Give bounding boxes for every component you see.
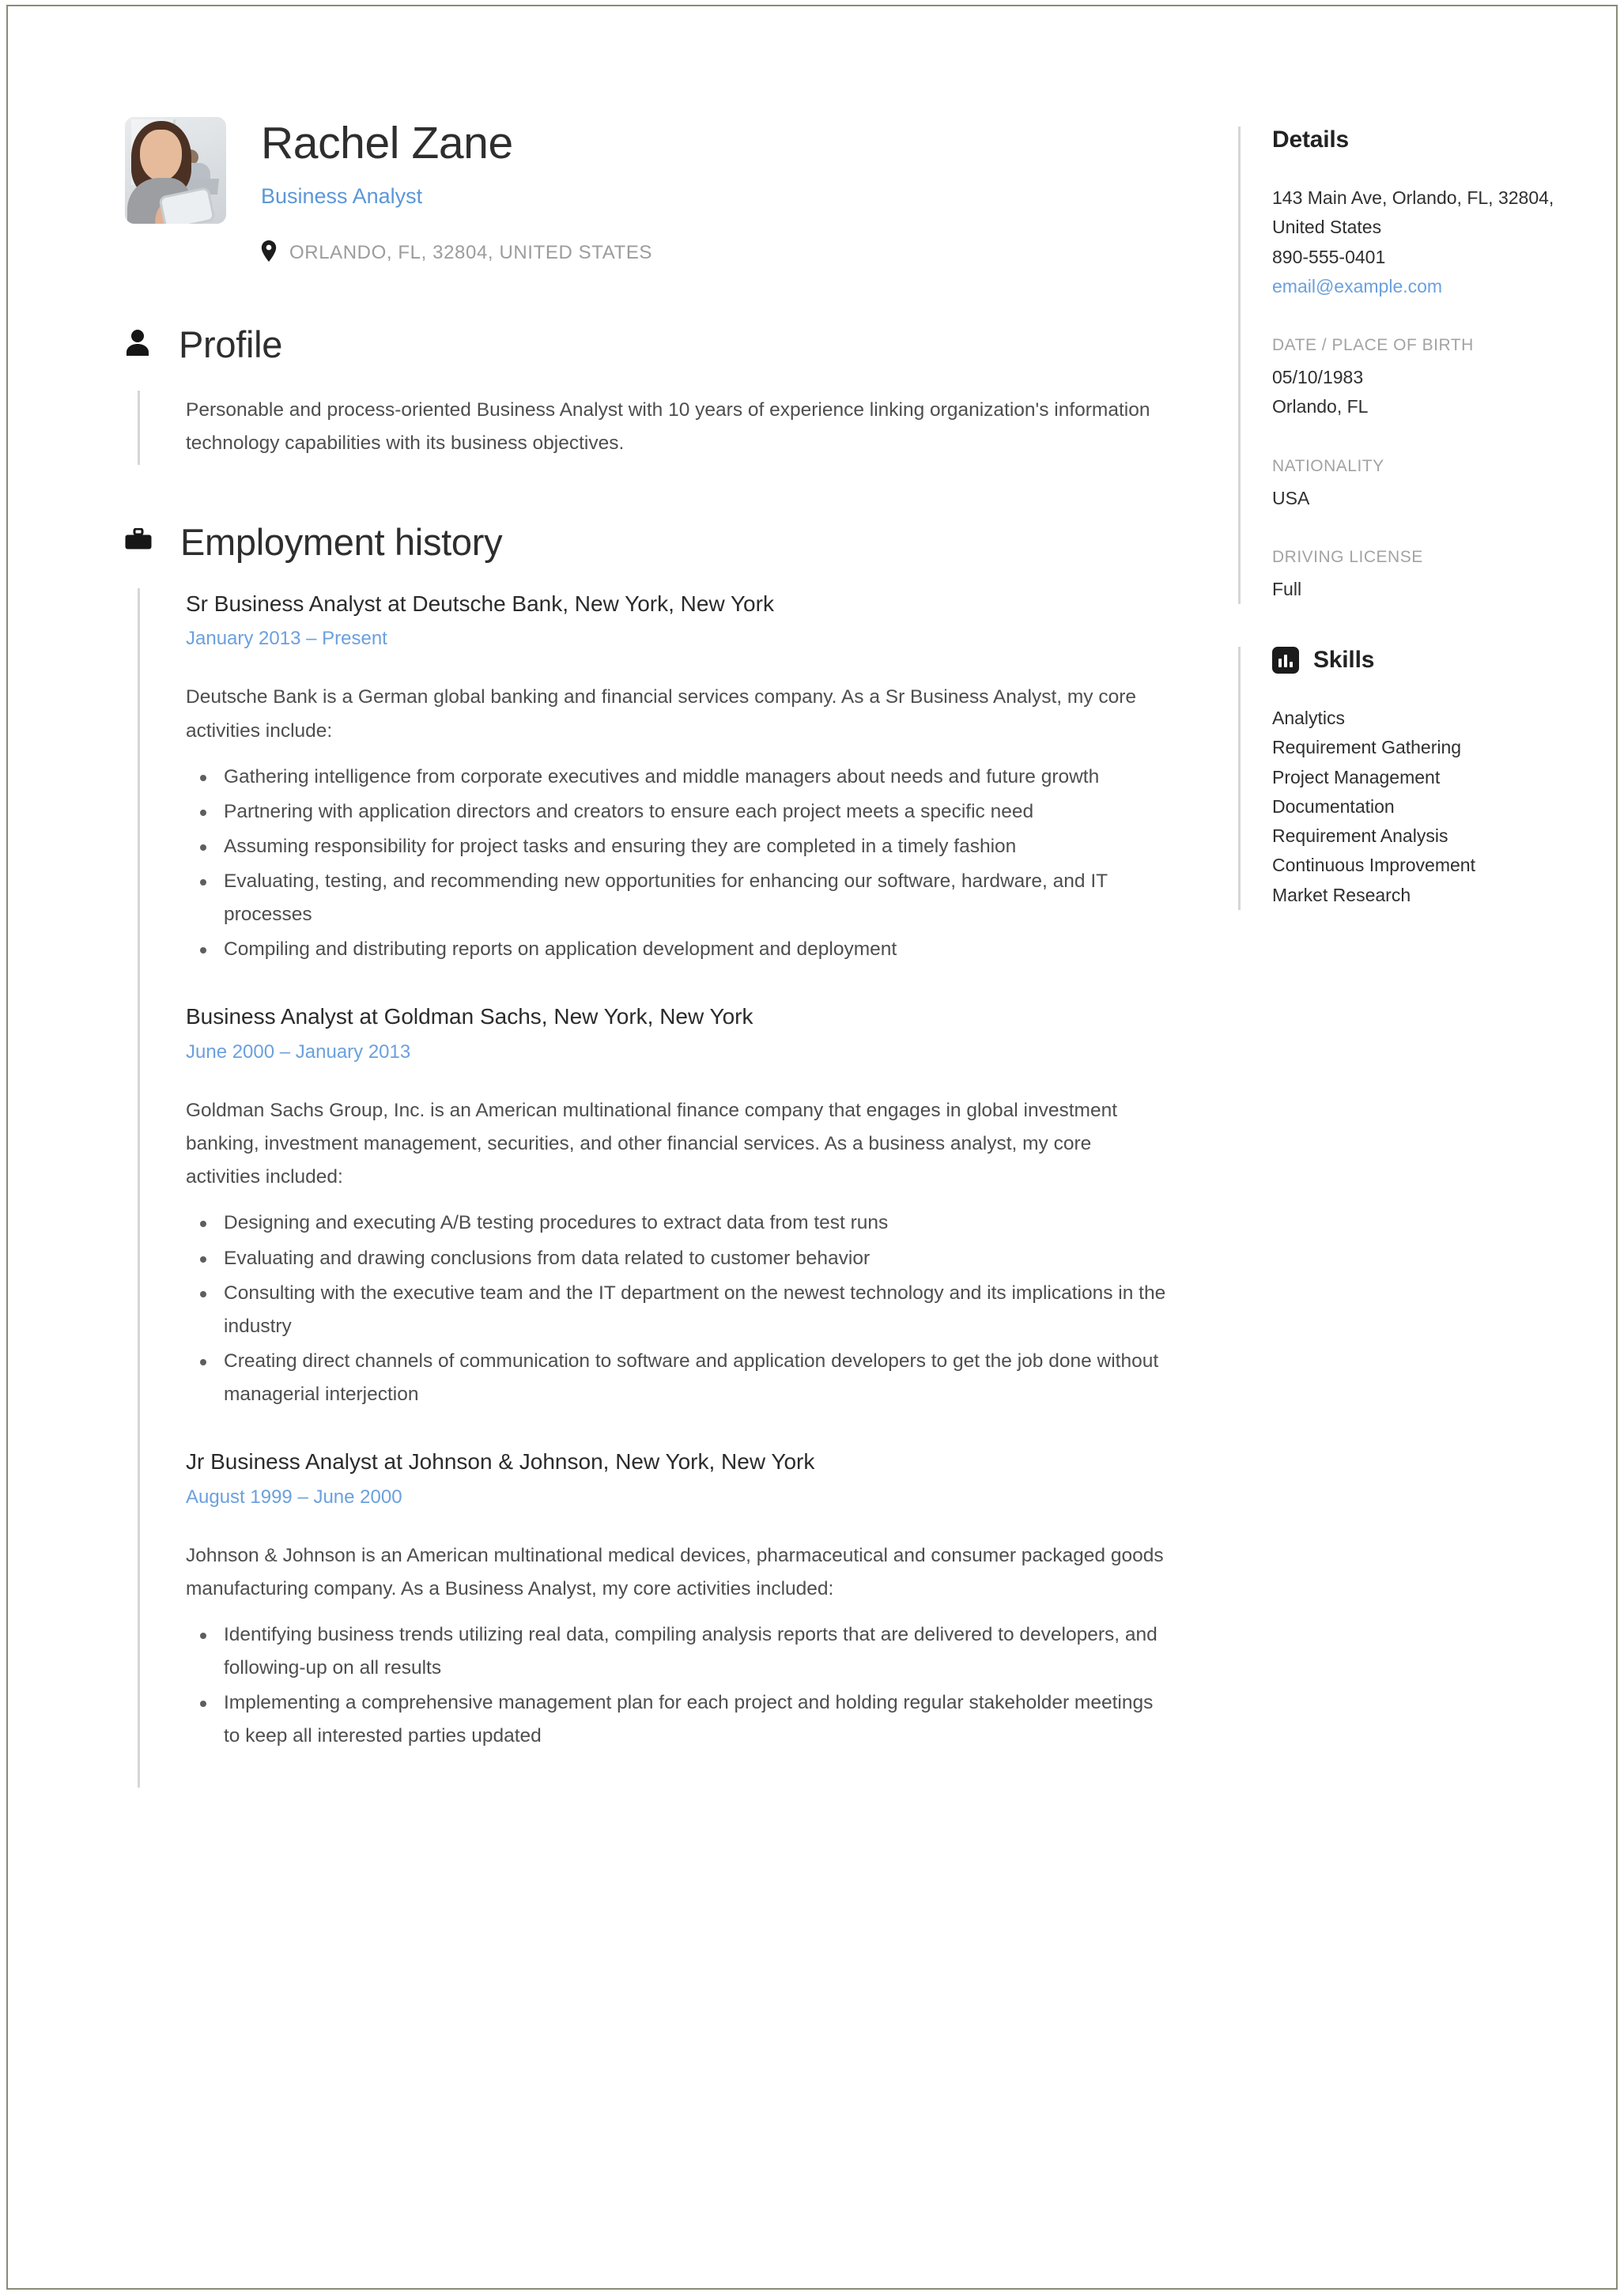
list-item: Creating direct channels of communicatio… bbox=[200, 1345, 1169, 1411]
resume-page: Rachel Zane Business Analyst ORLANDO, FL… bbox=[6, 5, 1618, 2290]
list-item: Consulting with the executive team and t… bbox=[200, 1277, 1169, 1343]
job-dates: August 1999 – June 2000 bbox=[186, 1486, 402, 1508]
skill-item: Project Management bbox=[1272, 766, 1441, 787]
dob-date: 05/10/1983 bbox=[1272, 367, 1364, 387]
job-dates: June 2000 – January 2013 bbox=[186, 1040, 411, 1063]
job-dates: January 2013 – Present bbox=[186, 628, 387, 650]
email-link[interactable]: email@example.com bbox=[1272, 272, 1578, 301]
profile-text: Personable and process-oriented Business… bbox=[186, 398, 1150, 455]
skill-item: Continuous Improvement bbox=[1272, 855, 1475, 876]
location-text: ORLANDO, FL, 32804, UNITED STATES bbox=[289, 242, 653, 264]
page-title: Rachel Zane bbox=[261, 118, 513, 168]
main-column: Rachel Zane Business Analyst ORLANDO, FL… bbox=[125, 117, 1169, 1788]
job-heading: Jr Business Analyst at Johnson & Johnson… bbox=[186, 1449, 815, 1475]
employment-entry: Business Analyst at Goldman Sachs, New Y… bbox=[125, 1001, 1169, 1447]
nationality-label: NATIONALITY bbox=[1272, 456, 1384, 475]
skills-title: Skills bbox=[1313, 647, 1375, 673]
employment-title: Employment history bbox=[180, 521, 503, 564]
details-title: Details bbox=[1272, 127, 1349, 153]
details-panel: Details 143 Main Ave, Orlando, FL, 32804… bbox=[1238, 127, 1578, 604]
profile-title: Profile bbox=[179, 323, 283, 366]
dob-place: Orlando, FL bbox=[1272, 396, 1369, 417]
sidebar: Details 143 Main Ave, Orlando, FL, 32804… bbox=[1238, 117, 1578, 910]
job-bullets: Identifying business trends utilizing re… bbox=[186, 1618, 1169, 1754]
list-item: Implementing a comprehensive management … bbox=[200, 1686, 1169, 1753]
skill-item: Requirement Gathering bbox=[1272, 737, 1462, 758]
list-item: Evaluating and drawing conclusions from … bbox=[200, 1242, 1169, 1275]
skills-header: Skills bbox=[1272, 647, 1578, 674]
address-text: 143 Main Ave, Orlando, FL, 32804, United… bbox=[1272, 187, 1554, 238]
list-item: Partnering with application directors an… bbox=[200, 795, 1169, 829]
name-block: Rachel Zane Business Analyst ORLANDO, FL… bbox=[261, 117, 652, 266]
job-title: Business Analyst bbox=[261, 183, 423, 208]
job-description: Goldman Sachs Group, Inc. is an American… bbox=[186, 1100, 1118, 1188]
briefcase-icon bbox=[125, 527, 152, 557]
phone-text: 890-555-0401 bbox=[1272, 246, 1386, 267]
avatar bbox=[125, 117, 226, 224]
nationality-value: USA bbox=[1272, 487, 1310, 508]
list-item: Compiling and distributing reports on ap… bbox=[200, 933, 1169, 966]
person-icon bbox=[125, 329, 150, 361]
skill-item: Market Research bbox=[1272, 884, 1411, 905]
job-description: Johnson & Johnson is an American multina… bbox=[186, 1544, 1164, 1599]
job-description: Deutsche Bank is a German global banking… bbox=[186, 686, 1137, 742]
details-header: Details bbox=[1272, 127, 1578, 153]
job-heading: Sr Business Analyst at Deutsche Bank, Ne… bbox=[186, 591, 774, 616]
skill-item: Analytics bbox=[1272, 708, 1346, 728]
location-row: ORLANDO, FL, 32804, UNITED STATES bbox=[261, 240, 652, 266]
profile-section: Profile Personable and process-oriented … bbox=[125, 324, 1169, 466]
employment-entry: Jr Business Analyst at Johnson & Johnson… bbox=[125, 1446, 1169, 1788]
list-item: Designing and executing A/B testing proc… bbox=[200, 1207, 1169, 1240]
driving-license-label: DRIVING LICENSE bbox=[1272, 547, 1423, 566]
job-bullets: Designing and executing A/B testing proc… bbox=[186, 1207, 1169, 1411]
driving-license-value: Full bbox=[1272, 578, 1302, 599]
skill-item: Documentation bbox=[1272, 795, 1395, 817]
list-item: Gathering intelligence from corporate ex… bbox=[200, 761, 1169, 794]
skill-item: Requirement Analysis bbox=[1272, 825, 1448, 846]
job-heading: Business Analyst at Goldman Sachs, New Y… bbox=[186, 1004, 753, 1029]
resume-sheet: Rachel Zane Business Analyst ORLANDO, FL… bbox=[8, 6, 1616, 2288]
list-item: Identifying business trends utilizing re… bbox=[200, 1618, 1169, 1685]
list-item: Evaluating, testing, and recommending ne… bbox=[200, 865, 1169, 931]
list-item: Assuming responsibility for project task… bbox=[200, 830, 1169, 863]
skills-panel: Skills Analytics Requirement Gathering P… bbox=[1238, 647, 1578, 910]
resume-header: Rachel Zane Business Analyst ORLANDO, FL… bbox=[125, 117, 1169, 266]
bar-chart-icon bbox=[1272, 647, 1299, 674]
employment-section: Employment history Sr Business Analyst a… bbox=[125, 522, 1169, 1788]
employment-section-header: Employment history bbox=[125, 522, 1169, 563]
employment-entry: Sr Business Analyst at Deutsche Bank, Ne… bbox=[125, 587, 1169, 1002]
job-bullets: Gathering intelligence from corporate ex… bbox=[186, 761, 1169, 967]
dob-label: DATE / PLACE OF BIRTH bbox=[1272, 336, 1474, 354]
profile-body: Personable and process-oriented Business… bbox=[138, 390, 1169, 466]
profile-section-header: Profile bbox=[125, 324, 1169, 365]
map-pin-icon bbox=[261, 240, 277, 266]
